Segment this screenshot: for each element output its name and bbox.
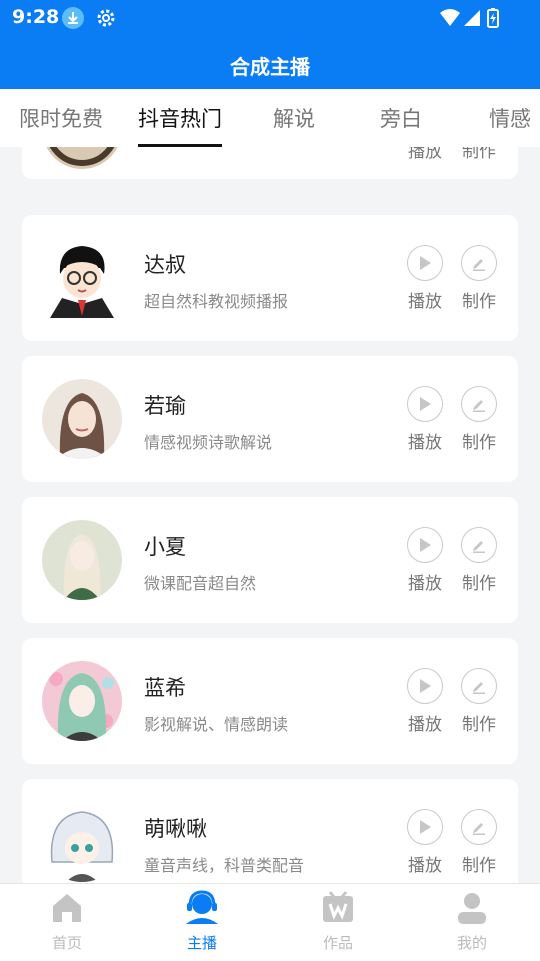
anchor-name: 萌啾啾 [144, 817, 207, 841]
edit-pen-icon [461, 386, 497, 422]
play-icon [407, 386, 443, 422]
play-button[interactable]: 播放 [402, 147, 448, 162]
tab-emotion[interactable]: 情感 [489, 103, 531, 135]
anchor-card[interactable]: 小夏 微课配音超自然 播放 制作 [22, 497, 518, 623]
avatar [42, 147, 122, 169]
anchor-desc: 情感视频诗歌解说 [144, 433, 273, 452]
anchor-name: 小夏 [144, 535, 186, 559]
tab-narration[interactable]: 旁白 [380, 103, 422, 135]
make-button[interactable]: 制作 [456, 147, 502, 162]
make-button[interactable]: 制作 [456, 245, 502, 312]
anchor-card[interactable]: 若瑜 情感视频诗歌解说 播放 制作 [22, 356, 518, 482]
anchor-name: 若瑜 [144, 394, 186, 418]
anchor-card[interactable]: 萌啾啾 童音声线，科普类配音 播放 制作 [22, 779, 518, 883]
play-icon [407, 245, 443, 281]
anchor-card[interactable]: 蓝希 影视解说、情感朗读 播放 制作 [22, 638, 518, 764]
play-button[interactable]: 播放 [402, 668, 448, 735]
play-icon [407, 809, 443, 845]
edit-pen-icon [461, 245, 497, 281]
play-button[interactable]: 播放 [402, 245, 448, 312]
play-icon [407, 527, 443, 563]
tab-free[interactable]: 限时免费 [19, 103, 103, 135]
avatar [42, 802, 122, 882]
category-tabs: 限时免费 抖音热门 解说 旁白 情感 [0, 89, 540, 147]
anchor-name: 达叔 [144, 253, 186, 277]
make-button[interactable]: 制作 [456, 527, 502, 594]
play-button[interactable]: 播放 [402, 527, 448, 594]
bottom-nav: 首页 主播 作品 我的 [0, 883, 540, 961]
status-bar: 9:28 [0, 0, 540, 36]
anchor-desc: 影视解说、情感朗读 [144, 715, 289, 734]
play-button[interactable]: 播放 [402, 809, 448, 876]
works-icon [323, 891, 353, 922]
status-time: 9:28 [12, 6, 60, 28]
signal-icon [464, 10, 480, 26]
home-icon [53, 894, 81, 922]
tab-commentary[interactable]: 解说 [273, 103, 315, 135]
download-icon [62, 7, 84, 29]
status-icons [440, 8, 499, 28]
edit-pen-icon [461, 668, 497, 704]
avatar [42, 661, 122, 741]
nav-works[interactable]: 作品 [288, 890, 388, 953]
anchor-desc: 童音声线，科普类配音 [144, 856, 305, 875]
title-bar: 合成主播 [0, 36, 540, 89]
edit-pen-icon [461, 527, 497, 563]
settings-gear-icon [97, 9, 115, 27]
anchor-desc: 超自然科教视频播报 [144, 292, 289, 311]
make-button[interactable]: 制作 [456, 386, 502, 453]
avatar [42, 379, 122, 459]
anchor-list[interactable]: 播放 制作 达叔 超自然科教视频播报 播放 制作 若瑜 情感视频诗歌解说 播放 … [0, 147, 540, 883]
nav-profile[interactable]: 我的 [422, 890, 522, 953]
avatar [42, 238, 122, 318]
avatar [42, 520, 122, 600]
anchor-name: 蓝希 [144, 676, 186, 700]
wifi-icon [440, 9, 460, 26]
play-icon [407, 668, 443, 704]
tab-douyin-hot[interactable]: 抖音热门 [138, 103, 222, 135]
make-button[interactable]: 制作 [456, 668, 502, 735]
anchor-card[interactable]: 播放 制作 [22, 147, 518, 179]
play-button[interactable]: 播放 [402, 386, 448, 453]
anchor-icon [186, 890, 218, 924]
profile-icon [458, 893, 486, 924]
nav-home[interactable]: 首页 [17, 890, 117, 953]
anchor-card[interactable]: 达叔 超自然科教视频播报 播放 制作 [22, 215, 518, 341]
edit-pen-icon [461, 809, 497, 845]
anchor-desc: 微课配音超自然 [144, 574, 257, 593]
nav-anchor[interactable]: 主播 [152, 890, 252, 953]
make-button[interactable]: 制作 [456, 809, 502, 876]
